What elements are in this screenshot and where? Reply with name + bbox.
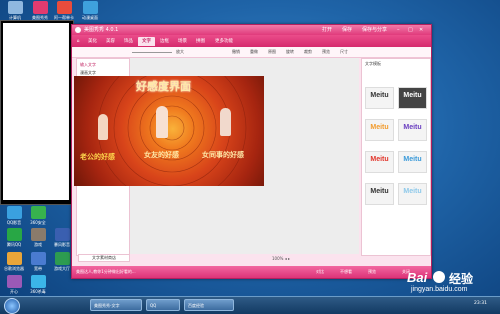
desktop-icon-left-8[interactable]: 开心 [2,275,26,294]
desktop-icon-meitu[interactable]: 美图秀秀 [28,1,52,20]
desktop-icon-left-2[interactable]: 腾讯QQ [2,228,26,247]
text-store-button[interactable]: 文字素材商店 [78,254,130,262]
taskbar-item-qq[interactable]: QQ [146,299,180,311]
blank-panel [3,23,69,200]
desktop-icon-computer[interactable]: 计算机 [3,1,27,20]
right-panel: 文字模板 Meitu Meitu Meitu Meitu Meitu Meitu… [361,58,431,256]
computer-icon [7,1,23,14]
happy-icon [6,275,22,288]
tab-collage[interactable]: 拼图 [192,37,209,46]
browser-icon [6,252,22,265]
font-tile[interactable]: Meitu [365,87,394,109]
desktop-icon-left-3[interactable]: 游戏 [26,228,50,247]
close-icon[interactable]: ✕ [419,25,423,35]
font-tile[interactable]: Meitu [398,119,427,141]
tab-more[interactable]: 更多功能 [210,37,238,46]
tab-scene[interactable]: 场景 [174,37,191,46]
crop-button[interactable]: 裁剪 [304,49,312,55]
figure-3 [220,108,231,136]
tab-text[interactable]: 文字 [138,37,155,46]
redo-button[interactable]: 重做 [250,49,258,55]
undo-button[interactable]: 撤销 [232,49,240,55]
desktop-icon-left-0[interactable]: QQ影音 [2,206,26,225]
home-icon[interactable]: ⌂ [74,37,82,46]
size-button[interactable]: 尺寸 [340,49,348,55]
desktop-icon-left-1[interactable]: 360安全 [26,206,50,225]
status-tip[interactable]: 美图达人,教你1分钟做出好看的... [76,266,136,278]
edited-photo[interactable]: 好感度界面 老公的好感 女友的好感 女同事的好感 [74,76,264,186]
font-tile[interactable]: Meitu [365,119,394,141]
rotate-button[interactable]: 旋转 [286,49,294,55]
app-title: 美图秀秀 4.0.1 [84,27,119,33]
desktop-icon-app[interactable]: 阿一帮单卡 [52,1,76,20]
zoom-label: 放大 [176,49,184,54]
app-titlebar: 美图秀秀 4.0.1 打开 保存 保存与分享 – □ ✕ [72,25,431,35]
antivirus-icon [30,275,46,288]
desktop-icon-wallpaper[interactable]: 动漫桌面 [78,1,102,20]
start-button[interactable] [4,298,20,314]
photo-label-2: 女友的好感 [144,151,179,159]
photo-label-1: 老公的好感 [80,153,115,161]
photo-title: 好感度界面 [136,80,191,93]
qqplayer-icon [6,206,22,219]
font-tile[interactable]: Meitu [398,151,427,173]
canvas-zoom-status: 100% ◂ ▸ [272,256,290,261]
figure-1 [98,114,108,140]
zoom-slider[interactable] [132,52,172,53]
minimize-icon[interactable]: – [397,25,400,35]
taskbar-item-meitu[interactable]: 美图秀秀-文字 [90,299,142,311]
qq-icon [6,228,22,241]
baidu-watermark: Bai 经验 jingyan.baidu.com [407,270,474,293]
desktop-icon-left-5[interactable]: 谷歌浏览器 [2,252,26,271]
dismiss-button[interactable]: 不想看 [340,266,352,278]
meitu-icon [32,1,48,14]
taskbar: 美图秀秀-文字 QQ 百度经验 23:31 [0,296,500,314]
broadband-icon [30,252,46,265]
font-tile[interactable]: Meitu [398,87,427,109]
open-button[interactable]: 打开 [322,25,332,35]
desktop-icon-left-6[interactable]: 宽带 [26,252,50,271]
preview-button[interactable]: 预览 [322,49,330,55]
wallpaper-icon [82,1,98,14]
clock[interactable]: 23:31 [474,301,487,306]
taskbar-item-baidu[interactable]: 百度经验 [184,299,234,311]
save-button[interactable]: 保存 [342,25,352,35]
tab-beautify[interactable]: 美化 [84,37,101,46]
original-button[interactable]: 原图 [268,49,276,55]
app-icon [56,1,72,14]
menu-bar: ⌂ 美化 美容 饰品 文字 边框 场景 拼图 更多功能 [72,35,431,47]
font-tile[interactable]: Meitu [398,183,427,205]
save-share-button[interactable]: 保存与分享 [362,25,387,35]
tab-decor[interactable]: 饰品 [120,37,137,46]
font-tile[interactable]: Meitu [365,183,394,205]
app-logo-icon [75,27,81,33]
figure-2 [156,106,168,138]
tab-beauty[interactable]: 美容 [102,37,119,46]
gamehall-icon [54,252,70,265]
desktop-icon-left-9[interactable]: 360杀毒 [26,275,50,294]
paw-icon [433,271,445,283]
preview-status-button[interactable]: 预览 [368,266,376,278]
maximize-icon[interactable]: □ [408,25,413,35]
toolbar: 放大 撤销 重做 原图 旋转 裁剪 预览 尺寸 [72,47,431,58]
compare-button[interactable]: 对比 [316,266,324,278]
input-text-item[interactable]: 输入文字 [80,62,96,68]
storm-icon [54,228,70,241]
photo-label-3: 女同事的好感 [202,151,244,159]
security-icon [30,206,46,219]
game-icon [30,228,46,241]
right-panel-header: 文字模板 [365,61,381,66]
status-bar: 美图达人,教你1分钟做出好看的... 对比 不想看 预览 关闭 [72,266,431,278]
font-tile[interactable]: Meitu [365,151,394,173]
tab-frame[interactable]: 边框 [156,37,173,46]
